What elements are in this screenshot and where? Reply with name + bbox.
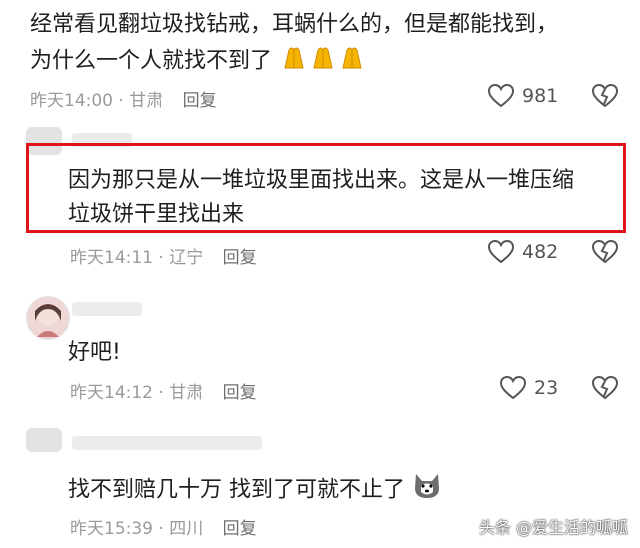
like-count: 23 [534,377,559,399]
comment-location: 甘肃 [129,91,164,111]
comment-meta: 昨天14:12 · 甘肃 回复 [70,383,257,403]
username-blurred [72,302,142,316]
comment-location: 四川 [169,519,204,539]
comment-time: 昨天14:00 [30,91,113,111]
comment-text: 找不到赔几十万 找到了可就不止了 [68,477,405,503]
comment-text-line: 垃圾饼干里找出来 [68,202,245,227]
comment-time: 昨天14:12 [70,383,153,403]
comment-meta: 昨天14:11 · 辽宁 回复 [70,248,257,268]
dislike-button[interactable] [591,83,619,112]
comment-meta: 昨天15:39 · 四川 回复 [70,519,257,539]
avatar[interactable] [26,428,62,452]
username-blurred [72,436,262,450]
dislike-button[interactable] [591,375,619,404]
heart-icon [488,240,514,264]
pray-emoji-icon [279,44,367,79]
comment-time: 昨天14:11 [70,248,153,268]
comment-text-line: 经常看见翻垃圾找钻戒，耳蜗什么的，但是都能找到， [30,12,559,37]
avatar-face-icon [35,304,61,337]
comment-text-line: 为什么一个人就找不到了 [30,44,367,79]
like-button[interactable]: 482 [488,240,558,264]
watermark: 头条 @爱生活的呱呱 [478,518,628,537]
broken-heart-icon [591,239,619,264]
like-count: 482 [522,241,559,263]
dislike-button[interactable] [591,239,619,268]
like-count: 981 [522,85,559,107]
comment-location: 辽宁 [169,248,204,268]
comment-meta: 昨天14:00 · 甘肃 回复 [30,91,217,111]
avatar[interactable] [26,296,70,340]
comment-text: 为什么一个人就找不到了 [30,48,273,74]
comment-text-line: 因为那只是从一堆垃圾里面找出来。这是从一堆压缩 [68,168,575,193]
comment-time: 昨天15:39 [70,519,153,539]
comment-location: 甘肃 [169,383,204,403]
comment-text-line: 好吧! [68,340,121,365]
reply-button[interactable]: 回复 [223,248,257,268]
like-button[interactable]: 23 [500,376,558,400]
heart-icon [500,376,526,400]
like-button[interactable]: 981 [488,84,558,108]
broken-heart-icon [591,83,619,108]
reply-button[interactable]: 回复 [183,91,217,111]
broken-heart-icon [591,375,619,400]
heart-icon [488,84,514,108]
reply-button[interactable]: 回复 [223,383,257,403]
reply-button[interactable]: 回复 [223,519,257,539]
husky-dog-emoji-icon [412,472,442,509]
comment-text-line: 找不到赔几十万 找到了可就不止了 [68,472,442,509]
